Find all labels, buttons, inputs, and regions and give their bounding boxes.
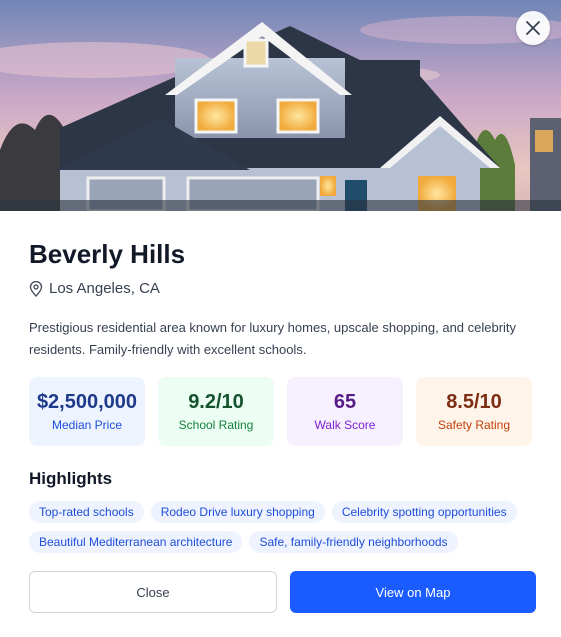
location-text: Los Angeles, CA [49,280,160,297]
stat-label: School Rating [178,418,254,432]
stat-median-price: $2,500,000 Median Price [29,377,145,446]
stat-value: 9.2/10 [188,391,244,413]
highlights-heading: Highlights [29,469,113,488]
modal-content: Beverly Hills Los Angeles, CA Prestigiou… [0,239,561,553]
close-button[interactable]: Close [29,571,277,613]
highlight-tag: Celebrity spotting opportunities [331,501,517,523]
hero-image [0,0,561,211]
highlight-tag: Safe, family-friendly neighborhoods [249,531,458,553]
stat-safety-rating: 8.5/10 Safety Rating [416,377,532,446]
stat-value: $2,500,000 [36,391,138,413]
stat-school-rating: 9.2/10 School Rating [158,377,274,446]
highlight-tag: Rodeo Drive luxury shopping [150,501,325,523]
map-pin-icon [29,281,43,297]
stat-label: Safety Rating [437,418,511,432]
house-photo [0,0,561,211]
highlight-tag: Beautiful Mediterranean architecture [29,531,243,553]
neighborhood-detail-modal: Beverly Hills Los Angeles, CA Prestigiou… [0,0,561,637]
neighborhood-description: Prestigious residential area known for l… [29,320,517,357]
close-icon-button[interactable] [516,11,550,45]
stat-value: 65 [333,391,357,413]
neighborhood-title: Beverly Hills [29,239,186,269]
stat-label: Median Price [51,418,123,432]
stat-label: Walk Score [314,418,376,432]
stats-grid: $2,500,000 Median Price 9.2/10 School Ra… [29,377,532,446]
highlight-tag: Top-rated schools [29,501,144,523]
location-row: Los Angeles, CA [29,279,532,299]
highlight-tags: Top-rated schools Rodeo Drive luxury sho… [29,501,534,553]
stat-walk-score: 65 Walk Score [287,377,403,446]
view-on-map-button[interactable]: View on Map [290,571,536,613]
modal-actions: Close View on Map [29,571,536,613]
close-icon [526,21,540,35]
stat-value: 8.5/10 [446,391,502,413]
